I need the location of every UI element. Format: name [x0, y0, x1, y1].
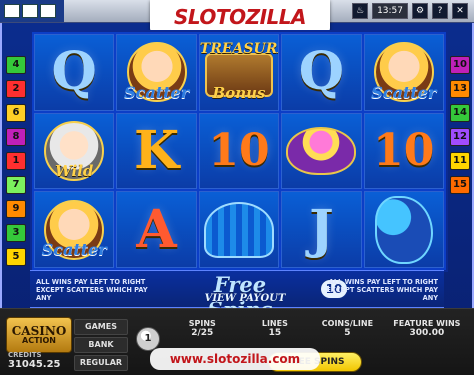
reel-symbol: TREASURE Bonus: [198, 34, 280, 111]
symbol-caption: Scatter: [124, 82, 190, 102]
casino-action-button[interactable]: CASINO ACTION: [6, 317, 72, 353]
symbol-caption: Wild: [54, 162, 94, 181]
feature-wins-label: FEATURE WINS: [393, 319, 461, 328]
top-right-controls: ♨ 13:57 ⚙ ? ✕: [352, 3, 468, 19]
flag-icon: [4, 4, 20, 18]
bank-button[interactable]: BANK: [74, 337, 128, 353]
reel-symbol: K: [116, 112, 197, 190]
payline-left-9[interactable]: 9: [6, 200, 26, 218]
symbol-glyph: Q: [298, 41, 345, 103]
game-stats: SPINS 2/25 LINES 15 COINS/LINE 5 FEATURE…: [168, 319, 468, 349]
reel-symbol: Wild: [34, 112, 115, 190]
close-icon[interactable]: ✕: [452, 3, 468, 19]
symbol-caption: Scatter: [371, 82, 437, 102]
treasure-pot-icon: [286, 126, 357, 175]
reel-symbol: Scatter: [34, 191, 115, 268]
feature-wins-value: 300.00: [409, 328, 445, 338]
games-button[interactable]: GAMES: [74, 319, 128, 335]
payline-left-7[interactable]: 7: [6, 176, 26, 194]
clock: 13:57: [372, 3, 408, 19]
reel-symbol: [281, 112, 362, 190]
payline-left-6[interactable]: 6: [6, 104, 26, 122]
credits-display: CREDITS 31045.25: [8, 351, 66, 370]
symbol-glyph: A: [136, 198, 177, 260]
payline-right-11[interactable]: 11: [450, 152, 470, 170]
payline-left-4[interactable]: 4: [6, 56, 26, 74]
brand-mini-logo-icon: [40, 4, 56, 18]
spins-stat: SPINS 2/25: [168, 319, 237, 349]
regular-button[interactable]: REGULAR: [74, 355, 128, 371]
reel-symbol: A: [116, 191, 197, 268]
top-bar: SLOTOZILLA ♨ 13:57 ⚙ ? ✕: [0, 0, 474, 34]
symbol-glyph: J: [309, 198, 334, 260]
treasure-title: TREASURE: [199, 41, 278, 57]
view-payout-link[interactable]: VIEW PAYOUT: [200, 293, 290, 304]
reel-symbol: [198, 191, 280, 268]
coins-per-line-label: COINS/LINE: [321, 319, 374, 328]
settings-icon[interactable]: ⚙: [412, 3, 428, 19]
payline-left-8[interactable]: 8: [6, 128, 26, 146]
spins-value: 2/25: [191, 328, 214, 338]
symbol-glyph: 10: [208, 124, 270, 176]
symbol-caption: Bonus: [212, 83, 266, 102]
clam-shell-icon: [203, 201, 274, 258]
payline-left-1[interactable]: 1: [6, 152, 26, 170]
site-logo: SLOTOZILLA: [150, 0, 330, 34]
top-left-brand: [0, 0, 64, 22]
reels: Q Scatter TREASURE Bonus Q Scatter Wild K 10 10 Sc…: [30, 30, 448, 272]
reel-symbol: Q: [281, 34, 362, 111]
payline-right-14[interactable]: 14: [450, 104, 470, 122]
logo-text: SLOTOZILLA: [174, 5, 307, 29]
help-icon[interactable]: ?: [432, 3, 448, 19]
lines-stat: LINES 15: [241, 319, 310, 349]
credits-label: CREDITS: [8, 351, 42, 359]
rules-note-left: ALL WINS PAY LEFT TO RIGHT EXCEPT SCATTE…: [36, 278, 148, 302]
reel-symbol: J: [281, 191, 362, 268]
paylines-right: 10 13 14 12 11 15: [450, 56, 470, 194]
menu-buttons: GAMES BANK REGULAR: [74, 319, 128, 371]
reel-symbol: 10: [198, 112, 280, 190]
reel-symbol: Scatter: [363, 34, 444, 111]
seahorse-icon: [374, 195, 433, 264]
symbol-glyph: 10: [373, 124, 435, 176]
spins-label: SPINS: [188, 319, 216, 328]
paylines-left: 4 2 6 8 1 7 9 3 5: [6, 56, 26, 266]
coins-per-line-stat: COINS/LINE 5: [313, 319, 382, 349]
payline-right-13[interactable]: 13: [450, 80, 470, 98]
reel-grid: Q Scatter TREASURE Bonus Q Scatter Wild K 10 10 Sc…: [34, 34, 444, 268]
lines-label: LINES: [261, 319, 288, 328]
payline-left-3[interactable]: 3: [6, 224, 26, 242]
payline-right-12[interactable]: 12: [450, 128, 470, 146]
reel-symbol: [363, 191, 444, 268]
symbol-caption: Scatter: [41, 239, 107, 259]
payline-left-2[interactable]: 2: [6, 80, 26, 98]
casino-action-bottom: ACTION: [22, 336, 56, 345]
lines-value: 15: [268, 328, 282, 338]
credits-value: 31045.25: [8, 359, 61, 370]
menu-icon: [22, 4, 38, 18]
reel-symbol: Scatter: [116, 34, 197, 111]
free-spins-band: ALL WINS PAY LEFT TO RIGHT EXCEPT SCATTE…: [30, 270, 444, 322]
payline-right-10[interactable]: 10: [450, 56, 470, 74]
payline-right-15[interactable]: 15: [450, 176, 470, 194]
symbol-glyph: Q: [51, 41, 97, 103]
reel-symbol: 10: [363, 112, 444, 190]
rules-note-right: ALL WINS PAY LEFT TO RIGHT EXCEPT SCATTE…: [326, 278, 438, 302]
reel-symbol: Q: [34, 34, 115, 111]
payline-left-5[interactable]: 5: [6, 248, 26, 266]
fire-icon[interactable]: ♨: [352, 3, 369, 19]
symbol-glyph: K: [133, 119, 180, 181]
site-watermark: www.slotozilla.com: [150, 348, 320, 370]
feature-wins-stat: FEATURE WINS 300.00: [386, 319, 468, 349]
coins-per-line-value: 5: [344, 328, 351, 338]
